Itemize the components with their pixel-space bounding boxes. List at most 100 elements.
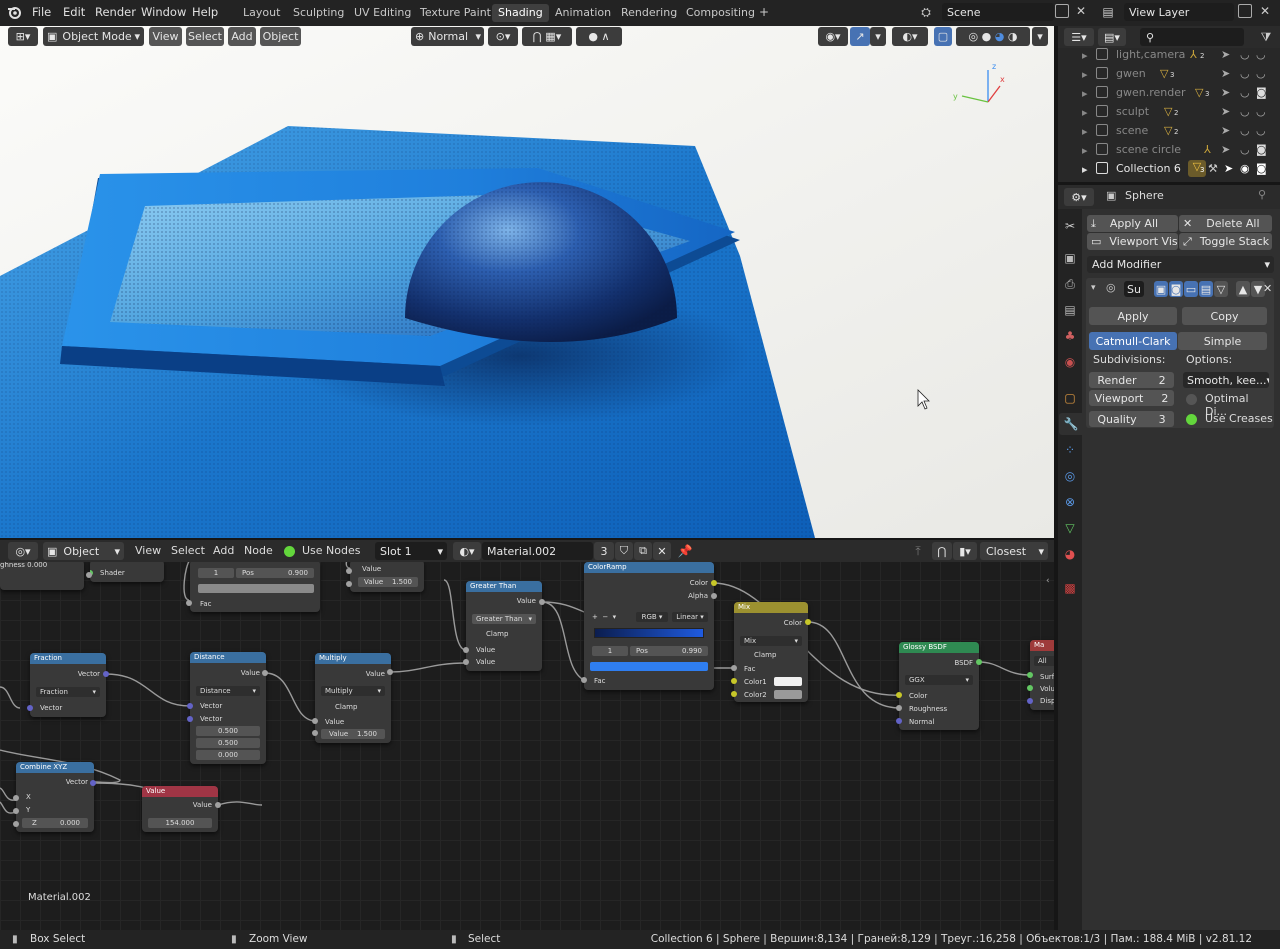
tab-texture-paint[interactable]: Texture Paint xyxy=(414,4,497,22)
delete-scene-icon[interactable]: ✕ xyxy=(1074,4,1088,18)
delete-view-layer-icon[interactable]: ✕ xyxy=(1258,4,1272,18)
modifier-tab-icon[interactable]: 🔧 xyxy=(1059,413,1083,435)
ramp-stop-color[interactable] xyxy=(590,662,708,671)
rendered-shading-icon[interactable]: ◑ xyxy=(1008,30,1018,43)
menu-file[interactable]: File xyxy=(32,0,51,24)
node-value[interactable]: Value Value 154.000 xyxy=(142,786,218,832)
outliner-row[interactable]: ▸ scene ▽ 2 ➤ ◡ ◡ xyxy=(1058,122,1280,141)
material-tab-icon[interactable]: ◕ xyxy=(1061,545,1079,563)
select-arrow-icon[interactable]: ➤ xyxy=(1221,143,1230,156)
socket[interactable] xyxy=(187,703,193,709)
scene-tab-icon[interactable]: ♣ xyxy=(1061,327,1079,345)
render-levels-field[interactable]: Render 2 xyxy=(1089,372,1174,388)
viewport-menu-object[interactable]: Object xyxy=(260,27,301,46)
socket[interactable] xyxy=(731,678,737,684)
catmull-clark-toggle[interactable]: Catmull-Clark xyxy=(1089,332,1177,350)
socket[interactable] xyxy=(186,600,192,606)
socket[interactable] xyxy=(86,572,92,578)
socket[interactable] xyxy=(805,619,811,625)
eye-icon[interactable]: ◉ xyxy=(1240,162,1250,175)
socket[interactable] xyxy=(312,718,318,724)
socket[interactable] xyxy=(187,716,193,722)
menu-render[interactable]: Render xyxy=(95,0,136,24)
select-arrow-icon[interactable]: ➤ xyxy=(1221,124,1230,137)
move-up-icon[interactable]: ▲ xyxy=(1236,281,1250,297)
object-data-tab-icon[interactable]: ▽ xyxy=(1061,519,1079,537)
shader-type-selector[interactable]: ▣ Object ▾ xyxy=(43,542,124,560)
camera-render-icon[interactable]: ◙ xyxy=(1256,86,1267,99)
eye-icon[interactable]: ◡ xyxy=(1240,143,1250,156)
menu-window[interactable]: Window xyxy=(141,0,186,24)
outliner-search-input[interactable]: ⚲ xyxy=(1140,28,1244,46)
expand-arrow-icon[interactable]: ▸ xyxy=(1082,49,1088,62)
mode-selector[interactable]: ▣ Object Mode ▾ xyxy=(43,27,144,46)
socket[interactable] xyxy=(312,730,318,736)
tool-tab-icon[interactable]: ✂ xyxy=(1061,217,1079,235)
apply-modifier-button[interactable]: Apply xyxy=(1089,307,1177,325)
select-arrow-icon[interactable]: ➤ xyxy=(1221,67,1230,80)
viewport-toggle-icon[interactable]: ▭ xyxy=(1184,281,1198,297)
node-greater-than[interactable]: Greater Than Value Greater Than ▾ Clamp V… xyxy=(466,581,542,671)
eye-icon[interactable]: ◡ xyxy=(1240,86,1250,99)
modifier-name-field[interactable]: Su xyxy=(1124,281,1144,297)
transform-orientation-selector[interactable]: ⊕ Normal ▾ xyxy=(411,27,484,46)
view-layer-selector[interactable]: View Layer xyxy=(1124,3,1234,21)
socket[interactable] xyxy=(262,670,268,676)
socket[interactable] xyxy=(463,647,469,653)
render-tab-icon[interactable]: ▣ xyxy=(1061,249,1079,267)
node-principled-partial[interactable]: ghness 0.000 xyxy=(0,560,84,590)
socket[interactable] xyxy=(346,581,352,587)
select-arrow-icon[interactable]: ➤ xyxy=(1221,105,1230,118)
socket[interactable] xyxy=(387,669,393,675)
blender-logo-icon[interactable] xyxy=(6,4,22,20)
duplicate-material-icon[interactable]: ⧉ xyxy=(634,542,652,560)
material-shading-icon[interactable]: ◕ xyxy=(995,30,1005,43)
object-tab-icon[interactable]: ▢ xyxy=(1061,389,1079,407)
snap-node-icon[interactable]: ⋂ xyxy=(932,542,952,560)
world-tab-icon[interactable]: ◉ xyxy=(1061,353,1079,371)
material-browse-icon[interactable]: ◐▾ xyxy=(453,542,481,560)
view-layer-tab-icon[interactable]: ▤ xyxy=(1061,301,1079,319)
outliner-row[interactable]: ▸ gwen ▽ 3 ➤ ◡ ◡ xyxy=(1058,65,1280,84)
tab-animation[interactable]: Animation xyxy=(549,4,617,22)
apply-all-button[interactable]: ⤓ Apply All xyxy=(1087,215,1178,232)
color1-swatch[interactable] xyxy=(774,677,802,686)
toggle-stack-button[interactable]: ⤢ Toggle Stack xyxy=(1179,233,1272,250)
socket[interactable] xyxy=(13,821,19,827)
camera-render-icon[interactable]: ◡ xyxy=(1256,48,1266,61)
camera-render-icon[interactable]: ◡ xyxy=(1256,124,1266,137)
collapse-arrow-icon[interactable]: ▾ xyxy=(1091,283,1096,293)
shading-dropdown-icon[interactable]: ▾ xyxy=(1032,27,1048,46)
socket[interactable] xyxy=(539,599,545,605)
outliner-row[interactable]: ▸ scene circle ⅄ ➤ ◡ ◙ xyxy=(1058,141,1280,160)
editor-type-button[interactable]: ⚙▾ xyxy=(1064,188,1094,206)
gizmo-toggle-icon[interactable]: ↗ xyxy=(850,27,870,46)
node-material-output[interactable]: Ma All Surf Volu Disp xyxy=(1030,640,1054,710)
socket[interactable] xyxy=(711,580,717,586)
solid-shading-icon[interactable]: ● xyxy=(982,30,992,43)
node-menu-select[interactable]: Select xyxy=(171,541,205,560)
optimal-display-checkbox[interactable] xyxy=(1186,394,1197,405)
tab-sculpting[interactable]: Sculpting xyxy=(287,4,350,22)
socket[interactable] xyxy=(27,705,33,711)
eye-icon[interactable]: ◡ xyxy=(1240,67,1250,80)
visibility-icon[interactable]: ◉▾ xyxy=(818,27,848,46)
shader-node-editor[interactable]: ghness 0.000 Shader 1 Pos 0.900 Fac Value… xyxy=(0,540,1054,930)
outliner-row[interactable]: ▸ light,camera ⅄ 2 ➤ ◡ ◡ xyxy=(1058,46,1280,65)
ramp-color-swatch[interactable] xyxy=(198,584,314,593)
socket[interactable] xyxy=(13,795,19,801)
edit-mode-toggle-icon[interactable]: ▣ xyxy=(1154,281,1168,297)
uv-smooth-dropdown[interactable]: Smooth, kee...▾ xyxy=(1183,372,1269,388)
tab-layout[interactable]: Layout xyxy=(237,4,286,22)
eye-icon[interactable]: ◡ xyxy=(1240,48,1250,61)
quality-field[interactable]: Quality 3 xyxy=(1089,411,1174,427)
slot-selector[interactable]: Slot 1 ▾ xyxy=(375,542,447,560)
xray-toggle-icon[interactable]: ▢ xyxy=(934,27,952,46)
socket[interactable] xyxy=(896,705,902,711)
node-distance[interactable]: Distance Value Distance ▾ Vector Vector 0… xyxy=(190,652,266,764)
viewport-vis-button[interactable]: ▭ Viewport Vis xyxy=(1087,233,1178,250)
socket[interactable] xyxy=(215,802,221,808)
node-multiply[interactable]: Multiply Value Multiply ▾ Clamp Value Val… xyxy=(315,653,391,743)
tab-compositing[interactable]: Compositing xyxy=(680,4,761,22)
pin-icon[interactable]: 📌 xyxy=(677,543,693,559)
